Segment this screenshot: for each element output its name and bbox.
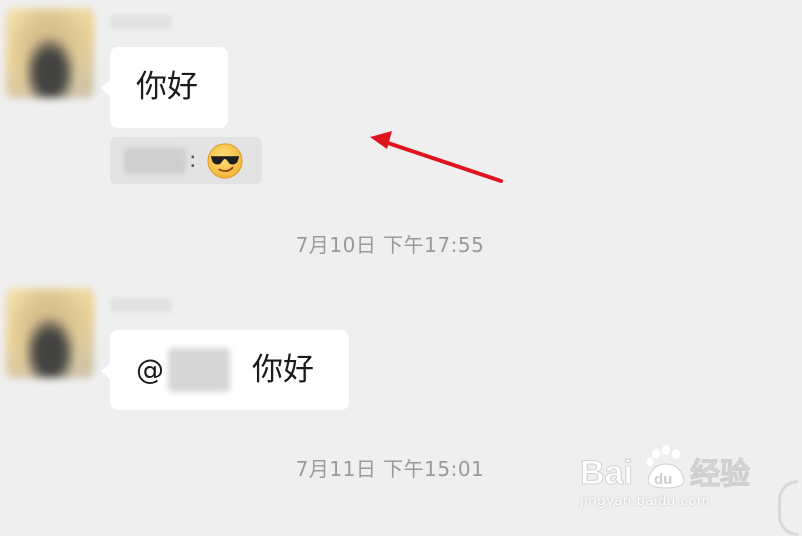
baidu-jingyan-logo: Bai du 经验: [580, 445, 751, 493]
annotation-arrow-icon: [370, 131, 503, 183]
avatar[interactable]: [6, 8, 94, 98]
watermark: Bai du 经验 jingyan.baidu.com: [578, 442, 788, 522]
svg-text:经验: 经验: [690, 457, 750, 492]
svg-text:du: du: [654, 471, 672, 488]
message-timestamp: 7月10日 下午17:55: [295, 233, 485, 257]
sender-name-blurred: [110, 298, 172, 312]
sunglasses-emoji-icon: [207, 142, 243, 179]
scroll-indicator[interactable]: [778, 480, 798, 536]
quoted-reaction[interactable]: :: [110, 137, 262, 184]
mention-name-blurred: [168, 348, 230, 392]
message-bubble[interactable]: 你好: [101, 47, 228, 128]
chat-screen: 你好 : 7月10日 下午17:55 @ 你好 7月11日 下午15:01 Ba…: [0, 0, 802, 536]
message-text: 你好: [252, 351, 314, 388]
svg-text:Bai: Bai: [580, 454, 633, 492]
reaction-sender-blurred: [124, 147, 186, 174]
watermark-url: jingyan.baidu.com: [580, 494, 711, 509]
reaction-separator: :: [189, 148, 197, 173]
mention-prefix: @: [136, 353, 164, 386]
sender-name-blurred: [110, 15, 172, 29]
message-bubble[interactable]: @ 你好: [101, 330, 349, 410]
avatar[interactable]: [6, 288, 94, 378]
message-text: 你好: [136, 69, 198, 105]
